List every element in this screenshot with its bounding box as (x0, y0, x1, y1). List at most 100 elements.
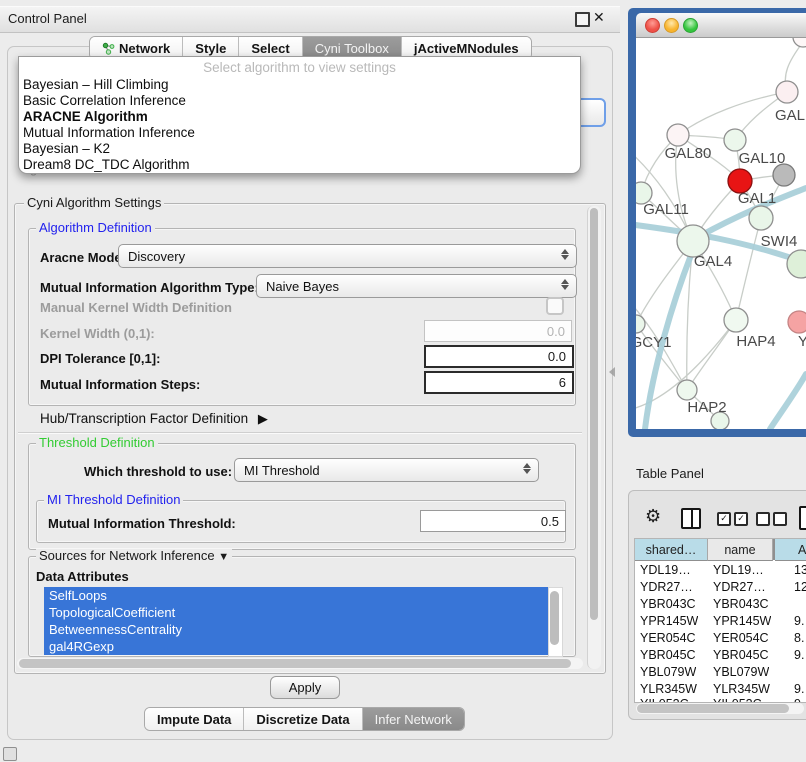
zoom-window-icon[interactable] (683, 18, 698, 33)
table-cell[interactable]: YBR045C (713, 648, 769, 662)
settings-vertical-scrollbar[interactable] (587, 206, 601, 669)
table-cell[interactable]: 9. (794, 614, 804, 628)
kernel-width-field[interactable]: 0.0 (424, 320, 572, 342)
columns-icon[interactable] (681, 508, 701, 529)
tab-infer-network[interactable]: Infer Network (363, 708, 464, 730)
table-function-icon[interactable] (799, 506, 806, 530)
list-item[interactable]: gal4RGexp (49, 639, 114, 654)
table-cell[interactable]: YPR145W (713, 614, 771, 628)
node-label: HAP4 (736, 333, 775, 350)
table-cell[interactable]: YPR145W (640, 614, 698, 628)
dpi-tolerance-label: DPI Tolerance [0,1]: (40, 351, 160, 366)
node-label: GAL1 (738, 190, 776, 207)
collapsed-arrow-icon: ▶ (258, 411, 268, 426)
dropdown-item-selected[interactable]: ARACNE Algorithm (23, 109, 148, 124)
attributes-vertical-scrollbar[interactable] (548, 587, 563, 657)
gear-icon[interactable]: ⚙ (645, 507, 661, 525)
data-attributes-label: Data Attributes (36, 569, 129, 584)
close-icon[interactable]: ✕ (593, 9, 605, 26)
table-cell[interactable]: YDR27… (640, 580, 693, 594)
float-panel-icon[interactable] (575, 12, 590, 27)
combo-arrows-icon (523, 463, 531, 474)
network-node[interactable] (793, 38, 806, 47)
network-node[interactable] (667, 124, 689, 146)
manual-kernel-checkbox[interactable] (546, 297, 564, 315)
settings-horizontal-scrollbar[interactable] (17, 658, 583, 669)
dropdown-item[interactable]: Bayesian – K2 (23, 141, 110, 156)
list-item[interactable]: SelfLoops (49, 588, 107, 603)
deselect-all-columns-icon[interactable] (756, 512, 787, 526)
network-node[interactable] (677, 380, 697, 400)
table-cell[interactable]: YDL19… (713, 563, 764, 577)
hub-definition-toggle[interactable]: Hub/Transcription Factor Definition ▶ (40, 411, 268, 427)
table-cell[interactable]: YLR345W (640, 682, 697, 696)
table-cell[interactable]: YBR043C (713, 597, 769, 611)
column-header-shared-name[interactable]: shared… (635, 539, 708, 561)
table-cell[interactable]: 12 (794, 580, 806, 594)
table-cell[interactable]: YER054C (640, 631, 696, 645)
mi-threshold-field[interactable]: 0.5 (420, 510, 566, 532)
network-node[interactable] (749, 206, 773, 230)
close-window-icon[interactable] (645, 18, 660, 33)
tab-impute-data[interactable]: Impute Data (145, 708, 244, 730)
table-cell[interactable]: 8. (794, 631, 804, 645)
section-divider (18, 432, 582, 434)
cyni-bottom-tabbar: Impute Data Discretize Data Infer Networ… (144, 707, 465, 731)
table-cell[interactable]: YBR045C (640, 648, 696, 662)
dpi-tolerance-field[interactable]: 0.0 (424, 345, 574, 368)
table-horizontal-scrollbar[interactable] (636, 703, 804, 714)
network-node[interactable] (636, 315, 645, 333)
network-view-canvas[interactable]: GAL GAL80 GAL10 GAL1 GAL11 SWI4 GAL4 GCY… (636, 38, 806, 429)
tab-discretize-data[interactable]: Discretize Data (244, 708, 362, 730)
dropdown-item[interactable]: Basic Correlation Inference (23, 93, 186, 108)
manual-kernel-label: Manual Kernel Width Definition (40, 300, 232, 315)
table-cell[interactable]: YDR27… (713, 580, 766, 594)
network-window-titlebar[interactable] (636, 13, 806, 38)
network-node[interactable] (788, 311, 806, 333)
which-threshold-combobox[interactable]: MI Threshold (234, 458, 539, 482)
combo-arrows-icon (561, 249, 569, 260)
list-item[interactable]: BetweennessCentrality (49, 622, 182, 637)
table-cell[interactable]: 13 (794, 563, 806, 577)
column-divider[interactable] (773, 539, 775, 560)
table-cell[interactable]: YBR043C (640, 597, 696, 611)
table-cell[interactable]: YER054C (713, 631, 769, 645)
column-header-name[interactable]: name (708, 539, 773, 561)
table-cell[interactable]: YDL19… (640, 563, 691, 577)
node-attribute-table[interactable]: shared… name A YDL19… YDL19… 13 YDR27… Y… (634, 538, 806, 703)
dropdown-item[interactable]: Mutual Information Inference (23, 125, 195, 140)
control-panel-title: Control Panel (8, 11, 87, 26)
mi-steps-field[interactable]: 6 (424, 371, 574, 394)
network-node[interactable] (773, 164, 795, 186)
expanded-arrow-icon[interactable]: ▼ (218, 551, 229, 563)
dropdown-item[interactable]: Dream8 DC_TDC Algorithm (23, 157, 190, 172)
table-panel-title: Table Panel (636, 466, 704, 481)
mi-type-combobox[interactable]: Naive Bayes (256, 274, 577, 298)
network-node[interactable] (724, 308, 748, 332)
table-cell[interactable]: YBL079W (713, 665, 769, 679)
network-node[interactable] (776, 81, 798, 103)
mi-steps-label: Mutual Information Steps: (40, 377, 200, 392)
table-cell[interactable]: YLR345W (713, 682, 770, 696)
table-cell[interactable]: 9. (794, 648, 804, 662)
combo-arrows-icon (561, 279, 569, 290)
apply-button[interactable]: Apply (270, 676, 340, 699)
aracne-mode-combobox[interactable]: Discovery (118, 244, 577, 268)
dropdown-item[interactable]: Bayesian – Hill Climbing (23, 77, 169, 92)
table-cell[interactable]: YBL079W (640, 665, 696, 679)
algorithm-definition-title: Algorithm Definition (36, 221, 155, 235)
algorithm-dropdown-popup: Select algorithm to view settings Bayesi… (18, 56, 581, 174)
select-all-columns-icon[interactable]: ✓ ✓ (717, 512, 748, 526)
network-node[interactable] (787, 250, 806, 278)
data-attributes-list[interactable]: SelfLoops TopologicalCoefficient Between… (44, 587, 548, 655)
mi-threshold-group-title: MI Threshold Definition (44, 493, 183, 507)
list-item[interactable]: TopologicalCoefficient (49, 605, 175, 620)
table-cell[interactable]: 9. (794, 682, 804, 696)
control-panel-titlebar (0, 6, 620, 33)
minimize-window-icon[interactable] (664, 18, 679, 33)
column-header-partial[interactable]: A (775, 539, 806, 561)
node-label: HAP2 (687, 399, 726, 416)
network-node[interactable] (724, 129, 746, 151)
application-window: Control Panel ✕ Network Style Select Cyn… (0, 0, 806, 762)
minimized-panel-icon[interactable] (3, 747, 17, 761)
